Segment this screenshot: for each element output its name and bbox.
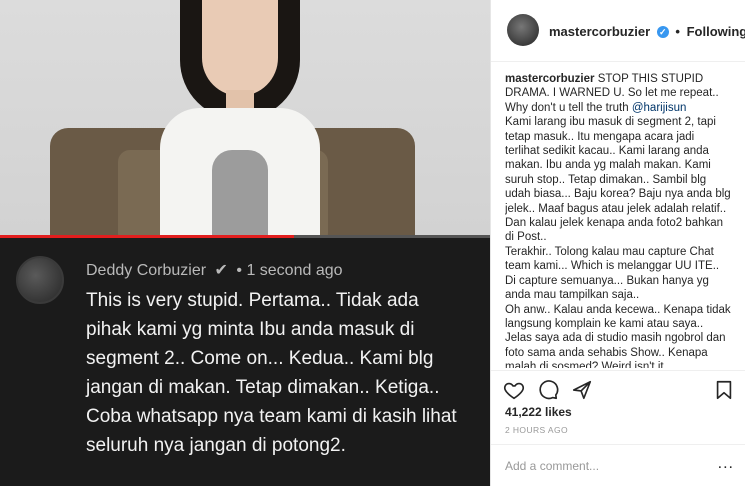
profile-avatar[interactable] <box>507 14 539 46</box>
grey-top <box>212 150 268 237</box>
verified-badge-icon: ✓ <box>656 26 669 38</box>
caption-mention[interactable]: @harijisun <box>632 102 687 114</box>
comment-time[interactable]: 1 second ago <box>246 262 342 279</box>
post-time[interactable]: 2 HOURS AGO <box>505 425 568 435</box>
face <box>202 0 278 96</box>
woman-figure <box>140 0 340 237</box>
caption-paragraph-2: Terakhir.. Tolong kalau mau capture Chat… <box>505 245 720 302</box>
instagram-sidebar: mastercorbuzier ✓ • Following mastercorb… <box>490 0 745 486</box>
comment-icon[interactable] <box>537 379 559 401</box>
header-user-line: mastercorbuzier ✓ • Following <box>549 24 745 39</box>
like-count[interactable]: 41,222 likes <box>505 405 572 419</box>
youtube-comment: Deddy Corbuzier ✔ • 1 second ago This is… <box>0 238 490 486</box>
heart-icon[interactable] <box>503 379 525 401</box>
comment-input[interactable] <box>505 457 705 475</box>
action-bar <box>491 370 745 406</box>
share-icon[interactable] <box>571 379 593 401</box>
post-header: mastercorbuzier ✓ • Following <box>491 0 745 62</box>
caption-paragraph-3: Oh anw.. Kalau anda kecewa.. Kenapa tida… <box>505 303 731 369</box>
comment-text: This is very stupid. Pertama.. Tidak ada… <box>86 290 457 456</box>
video-frame[interactable] <box>0 0 490 237</box>
commenter-avatar[interactable] <box>16 256 64 304</box>
header-dot: • <box>675 24 680 39</box>
profile-username[interactable]: mastercorbuzier <box>549 24 650 39</box>
post-caption: mastercorbuzier STOP THIS STUPID DRAMA. … <box>505 72 731 368</box>
comment-separator: • <box>236 262 242 279</box>
caption-paragraph-1: Kami larang ibu masuk di segment 2, tapi… <box>505 116 731 244</box>
verified-check-icon: ✔ <box>214 262 228 279</box>
caption-author[interactable]: mastercorbuzier <box>505 73 594 85</box>
comment-header: Deddy Corbuzier ✔ • 1 second ago <box>86 260 343 280</box>
comment-author[interactable]: Deddy Corbuzier <box>86 262 206 279</box>
youtube-panel: Deddy Corbuzier ✔ • 1 second ago This is… <box>0 0 490 486</box>
add-comment-bar: ... <box>491 444 745 486</box>
bookmark-icon[interactable] <box>713 379 735 401</box>
following-button[interactable]: Following <box>687 24 745 39</box>
more-options-icon[interactable]: ... <box>718 455 734 473</box>
